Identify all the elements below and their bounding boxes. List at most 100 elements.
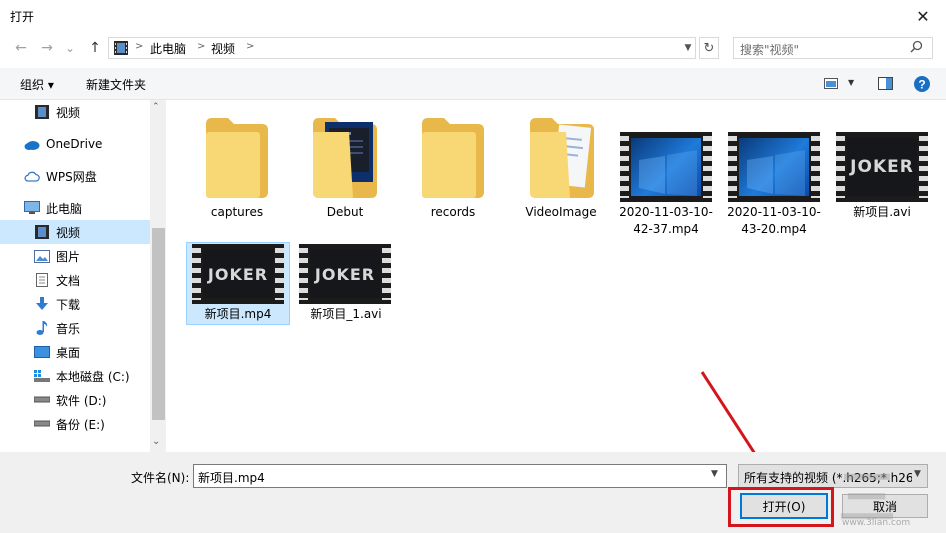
file-item-captures[interactable]: captures: [187, 112, 287, 219]
title-bar: [0, 0, 946, 32]
window-title: 打开: [10, 10, 35, 24]
address-dropdown-icon[interactable]: ▼: [680, 37, 696, 59]
back-button[interactable]: ←: [10, 38, 32, 58]
video-thumbnail: [620, 132, 712, 202]
sidebar-item-videos-quick[interactable]: 视频: [0, 100, 150, 124]
sidebar-item-label: OneDrive: [46, 137, 103, 151]
folder-icon: [422, 118, 484, 198]
breadcrumb-this-pc[interactable]: 此电脑: [150, 40, 186, 57]
sidebar-item-this-pc[interactable]: 此电脑: [0, 196, 150, 220]
sidebar-item-drive-c[interactable]: 本地磁盘 (C:): [0, 364, 150, 388]
computer-icon: [24, 201, 40, 215]
filename-value: 新项目.mp4: [198, 471, 265, 485]
video-folder-icon: [34, 225, 50, 239]
video-thumbnail: JOKER: [192, 244, 284, 304]
file-name: records: [430, 205, 476, 219]
sidebar-item-desktop[interactable]: 桌面: [0, 340, 150, 364]
recent-locations-button[interactable]: ⌄: [62, 38, 78, 58]
file-name-line1: 2020-11-03-10-: [727, 205, 821, 219]
chevron-right-icon: >: [246, 41, 255, 52]
file-name-line2: 43-20.mp4: [741, 222, 807, 236]
sidebar-item-drive-d[interactable]: 软件 (D:): [0, 388, 150, 412]
desktop-icon: [34, 345, 50, 359]
up-button[interactable]: ↑: [84, 38, 106, 58]
sidebar-item-label: 视频: [56, 225, 81, 240]
chevron-right-icon: >: [197, 41, 206, 52]
close-button[interactable]: ✕: [900, 0, 946, 32]
preview-pane-icon[interactable]: [878, 77, 893, 90]
documents-icon: [34, 273, 50, 287]
breadcrumb-videos[interactable]: 视频: [211, 40, 235, 57]
filename-input[interactable]: [193, 464, 727, 488]
svg-text:?: ?: [918, 78, 925, 92]
sidebar-item-label: 下载: [56, 297, 81, 312]
thumb-text: JOKER: [847, 138, 917, 196]
filename-label: 文件名(N):: [131, 471, 190, 485]
sidebar-item-wps-drive[interactable]: WPS网盘: [0, 164, 150, 188]
view-options-icon[interactable]: [824, 78, 838, 89]
folder-icon: [313, 118, 377, 198]
thumb-text: JOKER: [310, 250, 380, 298]
sidebar-item-label: 此电脑: [46, 201, 83, 216]
sidebar-item-videos[interactable]: 视频: [0, 220, 150, 244]
download-icon: [34, 297, 50, 311]
file-item-videoimage[interactable]: VideoImage: [511, 112, 611, 219]
sidebar-item-label: WPS网盘: [46, 169, 97, 184]
forward-button[interactable]: →: [36, 38, 58, 58]
organize-menu-button[interactable]: 组织 ▾: [20, 76, 54, 93]
cloud-icon: [24, 137, 40, 151]
sidebar-scrollbar-thumb[interactable]: [152, 228, 165, 420]
file-name: VideoImage: [525, 205, 597, 219]
sidebar-item-drive-e[interactable]: 备份 (E:): [0, 412, 150, 436]
drive-icon: [34, 393, 50, 407]
sidebar-item-onedrive[interactable]: OneDrive: [0, 132, 150, 156]
sidebar-item-downloads[interactable]: 下载: [0, 292, 150, 316]
sidebar-item-music[interactable]: 音乐: [0, 316, 150, 340]
navigation-pane: 视频 OneDrive WPS网盘 此电脑 视频 图片 文档 下载 音乐 桌面 …: [0, 100, 166, 452]
watermark-site: www.3lian.com: [842, 518, 911, 528]
file-item-video-5[interactable]: JOKER 新项目_1.avi: [295, 234, 397, 334]
annotation-highlight-box: [728, 487, 834, 527]
file-name-line1: 2020-11-03-10-: [619, 205, 713, 219]
scroll-down-icon[interactable]: ⌄: [152, 436, 160, 447]
sidebar-item-documents[interactable]: 文档: [0, 268, 150, 292]
sidebar-item-label: 本地磁盘 (C:): [56, 369, 130, 384]
sidebar-item-label: 文档: [56, 273, 81, 288]
music-icon: [34, 321, 50, 335]
video-library-icon: [114, 41, 128, 55]
file-name: Debut: [326, 205, 364, 219]
file-item-video-3[interactable]: JOKER 新项目.avi: [828, 112, 936, 219]
cloud-outline-icon: [24, 169, 40, 183]
drive-icon: [34, 417, 50, 431]
view-dropdown-icon[interactable]: ▼: [848, 78, 854, 87]
file-item-video-2[interactable]: 2020-11-03-10- 43-20.mp4: [720, 112, 828, 236]
sidebar-item-label: 备份 (E:): [56, 417, 105, 432]
file-name: captures: [210, 205, 264, 219]
search-icon[interactable]: [910, 40, 923, 53]
folder-icon: [206, 118, 268, 198]
chevron-right-icon: >: [135, 41, 144, 52]
sidebar-item-pictures[interactable]: 图片: [0, 244, 150, 268]
file-name: 新项目_1.avi: [310, 307, 382, 321]
sidebar-item-label: 图片: [56, 249, 81, 264]
refresh-button[interactable]: ↻: [699, 37, 719, 59]
file-item-video-4[interactable]: JOKER 新项目.mp4: [187, 234, 289, 334]
file-name: 新项目.avi: [853, 205, 911, 219]
sidebar-item-label: 桌面: [56, 345, 81, 360]
video-thumbnail: JOKER: [299, 244, 391, 304]
file-item-debut[interactable]: Debut: [295, 112, 395, 219]
new-folder-button[interactable]: 新建文件夹: [86, 76, 146, 93]
scroll-up-icon[interactable]: ⌃: [152, 102, 160, 112]
file-name: 新项目.mp4: [204, 307, 272, 321]
folder-icon: [530, 118, 594, 198]
help-icon[interactable]: ?: [914, 76, 930, 92]
sidebar-item-label: 视频: [56, 105, 81, 120]
sidebar-item-label: 音乐: [56, 321, 81, 336]
pictures-icon: [34, 249, 50, 263]
video-thumbnail: JOKER: [836, 132, 928, 202]
file-item-records[interactable]: records: [403, 112, 503, 219]
system-drive-icon: [34, 369, 50, 383]
sidebar-item-label: 软件 (D:): [56, 393, 107, 408]
filename-dropdown-icon[interactable]: ▼: [711, 469, 718, 479]
file-item-video-1[interactable]: 2020-11-03-10- 42-37.mp4: [612, 112, 720, 236]
